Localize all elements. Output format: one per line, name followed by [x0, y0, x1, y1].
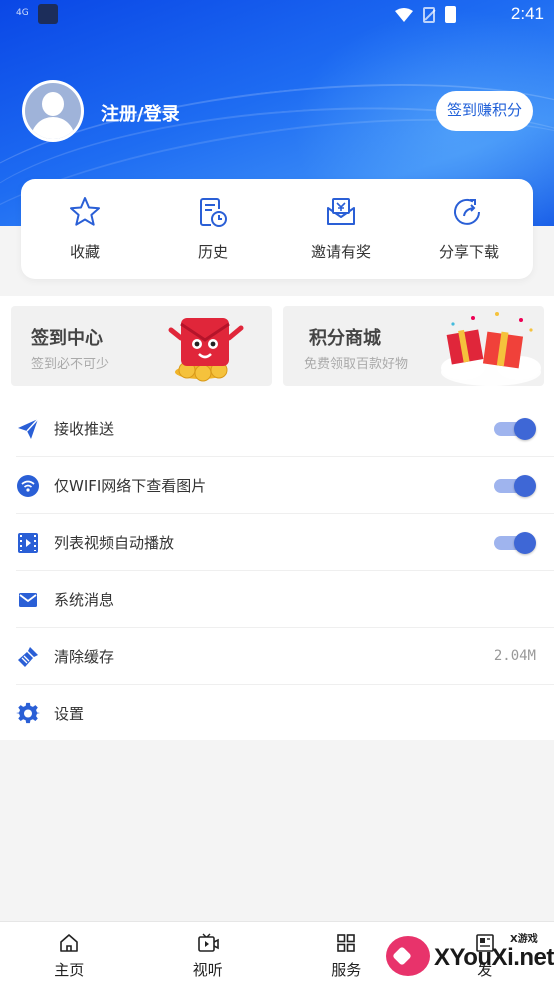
autoplay-toggle[interactable]	[494, 532, 536, 554]
default-user-icon	[25, 83, 81, 139]
banner-subtitle: 签到必不可少	[31, 357, 110, 372]
quick-action-label: 分享下载	[438, 243, 499, 261]
setting-row-push[interactable]: 接收推送	[16, 400, 554, 457]
watermark-logo	[386, 936, 430, 976]
banner-title: 积分商城	[309, 328, 381, 349]
quick-action-share[interactable]: 分享下载	[405, 179, 533, 279]
avatar-body	[31, 117, 75, 139]
checkin-center-banner[interactable]: 签到中心 签到必不可少	[11, 306, 272, 386]
status-icons	[395, 6, 456, 23]
setting-label: 设置	[54, 705, 85, 723]
wifi-images-toggle[interactable]	[494, 475, 536, 497]
setting-row-messages[interactable]: 系统消息	[16, 571, 554, 628]
film-icon	[18, 533, 38, 553]
banner-subtitle: 免费领取百款好物	[304, 357, 409, 372]
avatar[interactable]	[22, 80, 84, 142]
red-envelope-illustration	[168, 318, 244, 382]
avatar-head	[42, 92, 64, 116]
watermark-text: XYouXi.net	[434, 944, 554, 971]
broom-icon	[18, 647, 38, 667]
tab-label: 视听	[192, 961, 223, 979]
setting-row-wifi-images[interactable]: 仅WIFI网络下查看图片	[16, 457, 554, 514]
share-icon	[454, 198, 480, 225]
tab-label: 服务	[331, 961, 362, 979]
star-icon	[70, 197, 100, 226]
toggle-knob	[514, 532, 536, 554]
no-sim-icon	[423, 6, 435, 23]
mail-icon	[19, 593, 37, 607]
points-mall-banner[interactable]: 积分商城 免费领取百款好物	[283, 306, 544, 386]
grid-icon	[337, 934, 356, 952]
setting-label: 列表视频自动播放	[54, 534, 175, 552]
quick-action-history[interactable]: 历史	[149, 179, 277, 279]
history-icon	[200, 198, 227, 227]
login-link[interactable]: 注册/登录	[101, 100, 180, 126]
watermark: X游戏 XYouXi.net	[382, 928, 554, 984]
setting-row-clear-cache[interactable]: 清除缓存 2.04M	[16, 628, 554, 685]
status-bar: 4G 2:41	[0, 0, 554, 30]
invite-icon	[327, 198, 355, 225]
tab-label: 主页	[54, 961, 85, 979]
quick-action-label: 历史	[197, 243, 228, 261]
gear-icon	[16, 702, 40, 724]
banner-title: 签到中心	[31, 328, 103, 349]
gift-box-illustration	[441, 312, 541, 386]
quick-action-label: 收藏	[69, 243, 100, 261]
notification-app-icon	[38, 4, 58, 24]
setting-label: 接收推送	[54, 420, 115, 438]
menu-section: 签到中心 签到必不可少 积分商城 免费领取百款好物 接收推送 仅WIFI网络下查…	[0, 296, 554, 740]
settings-list: 接收推送 仅WIFI网络下查看图片 列表视频自动播放 系统消息 清除缓存 2.0…	[0, 400, 554, 742]
home-icon	[60, 934, 79, 952]
tab-home[interactable]: 主页	[0, 922, 139, 986]
battery-icon	[445, 6, 456, 23]
quick-action-invite[interactable]: 邀请有奖	[277, 179, 405, 279]
signal-label: 4G	[16, 8, 29, 18]
video-icon	[197, 933, 219, 952]
tab-media[interactable]: 视听	[139, 922, 278, 986]
setting-row-autoplay[interactable]: 列表视频自动播放	[16, 514, 554, 571]
push-toggle[interactable]	[494, 418, 536, 440]
toggle-knob	[514, 418, 536, 440]
paper-plane-icon	[18, 418, 39, 439]
quick-actions-card: 收藏 历史 邀请有奖 分享下载	[21, 179, 533, 279]
watermark-small-text: X游戏	[510, 934, 538, 945]
status-time: 2:41	[510, 4, 544, 23]
wifi-signal-icon	[395, 7, 413, 22]
wifi-icon	[17, 475, 39, 497]
setting-label: 仅WIFI网络下查看图片	[54, 477, 207, 495]
setting-label: 系统消息	[54, 591, 115, 609]
quick-action-favorites[interactable]: 收藏	[21, 179, 149, 279]
toggle-knob	[514, 475, 536, 497]
setting-row-settings[interactable]: 设置	[16, 685, 554, 742]
quick-action-label: 邀请有奖	[310, 243, 371, 261]
checkin-points-button[interactable]: 签到赚积分	[436, 91, 533, 131]
setting-label: 清除缓存	[54, 648, 115, 666]
cache-size: 2.04M	[493, 648, 536, 664]
